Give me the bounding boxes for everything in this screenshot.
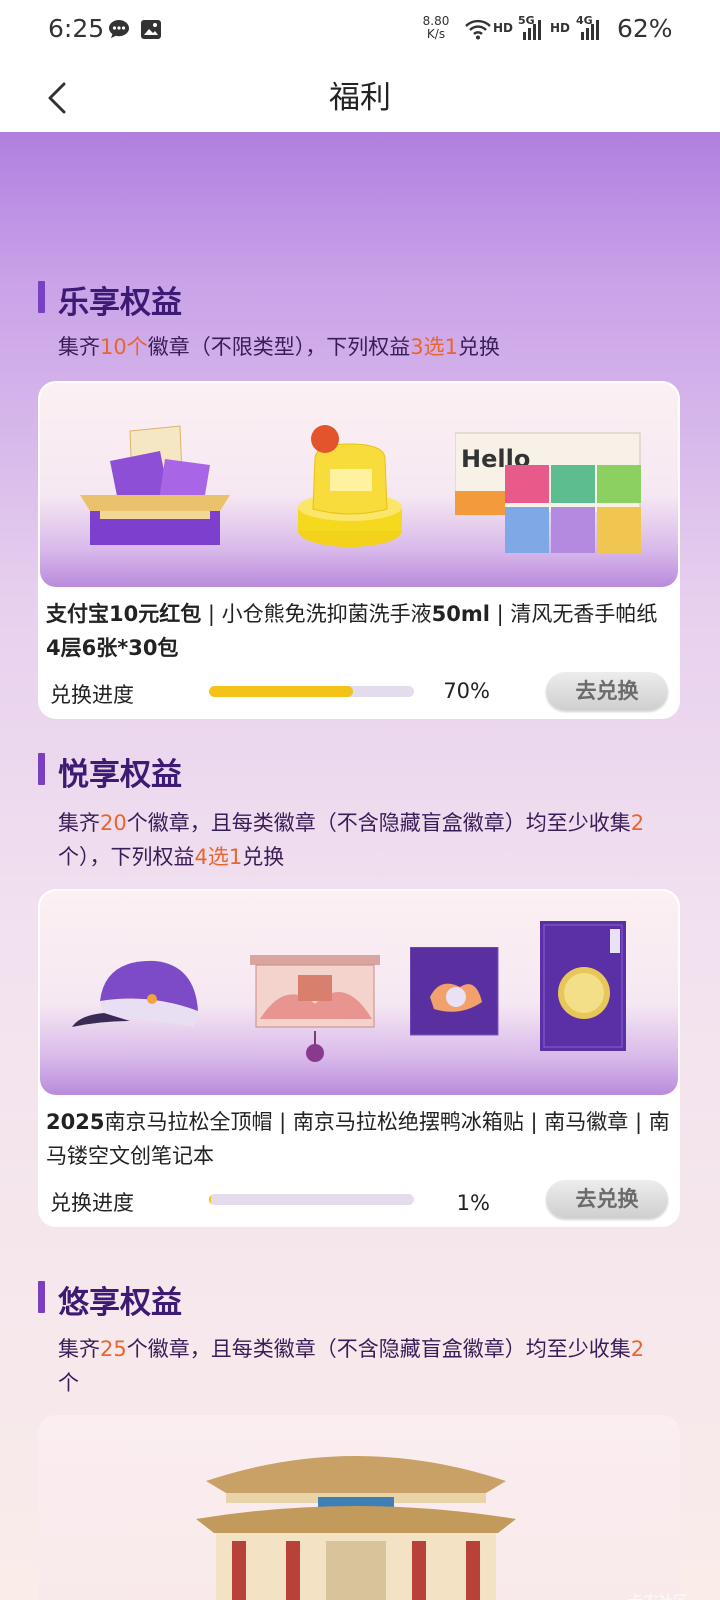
- title-accent-bar: [38, 281, 45, 313]
- status-time: 6:25: [48, 14, 105, 43]
- notebook-image: [540, 921, 626, 1051]
- benefit-card-youxiang: [38, 1415, 680, 1600]
- hd-label-2: HD: [550, 21, 571, 35]
- red-packet-image: [80, 425, 230, 545]
- palace-image: [196, 1456, 516, 1600]
- benefit-image-yuexiang: [40, 891, 678, 1095]
- section-desc-youxiang: 集齐25个徽章，且每类徽章（不含隐藏盲盒徽章）均至少收集2 个: [58, 1337, 645, 1395]
- redeem-button[interactable]: 去兑换: [546, 1180, 668, 1218]
- benefit-image-lexiang: Hello: [40, 383, 678, 587]
- wifi-icon: [465, 19, 491, 40]
- redeem-button[interactable]: 去兑换: [546, 672, 668, 710]
- progress-fill: [209, 1194, 212, 1205]
- benefit-card-lexiang: Hello 支付宝10元红包 | 小仓熊免洗抑菌洗手液50ml | 清风无香手帕…: [38, 381, 680, 719]
- title-accent-bar: [38, 1281, 45, 1313]
- app-header: 福利: [0, 62, 720, 132]
- progress-label: 兑换进度: [50, 683, 134, 707]
- marathon-badge-image: [410, 947, 499, 1036]
- progress-fill: [209, 686, 353, 697]
- hd-label: HD: [493, 21, 514, 35]
- page-title: 福利: [329, 80, 391, 116]
- section-desc-yuexiang: 集齐20个徽章，且每类徽章（不含隐藏盲盒徽章）均至少收集2 个），下列权益4选1兑…: [58, 811, 645, 869]
- status-bar: 6:25 8.80 K/s HD 5G HD 4G 62%: [0, 0, 720, 62]
- benefit-items-lexiang: 支付宝10元红包 | 小仓熊免洗抑菌洗手液50ml | 清风无香手帕纸 4层6张*…: [46, 602, 658, 660]
- benefit-card-yuexiang: 2025南京马拉松全顶帽 | 南京马拉松绝摆鸭冰箱贴 | 南马徽章 | 南马镂空…: [38, 889, 680, 1227]
- message-icon: [109, 20, 129, 38]
- progress-percent: 1%: [456, 1191, 490, 1215]
- progress-percent: 70%: [443, 679, 490, 703]
- hand-sanitizer-image: [298, 425, 402, 547]
- benefits-content[interactable]: 乐享权益 集齐10个徽章（不限类型），下列权益3选1兑换 Hello 支付宝10…: [0, 132, 720, 1600]
- network-speed: 8.80 K/s: [422, 14, 450, 41]
- progress-bar: [209, 686, 414, 697]
- progress-bar: [209, 1194, 414, 1205]
- benefit-items-yuexiang: 2025南京马拉松全顶帽 | 南京马拉松绝摆鸭冰箱贴 | 南马徽章 | 南马镂空…: [46, 1110, 670, 1168]
- image-icon: [141, 20, 161, 39]
- marathon-cap-image: [72, 960, 198, 1027]
- battery-level: 62%: [617, 14, 673, 43]
- tissue-pack-image: Hello: [455, 432, 641, 553]
- fridge-magnet-image: [250, 955, 380, 1062]
- signal-icon-2: [581, 20, 599, 40]
- title-accent-bar: [38, 753, 45, 785]
- section-desc-lexiang: 集齐10个徽章（不限类型），下列权益3选1兑换: [58, 335, 500, 359]
- signal-icon: [523, 20, 541, 40]
- watermark: 卡农社区: [628, 1590, 688, 1600]
- progress-label: 兑换进度: [50, 1191, 134, 1215]
